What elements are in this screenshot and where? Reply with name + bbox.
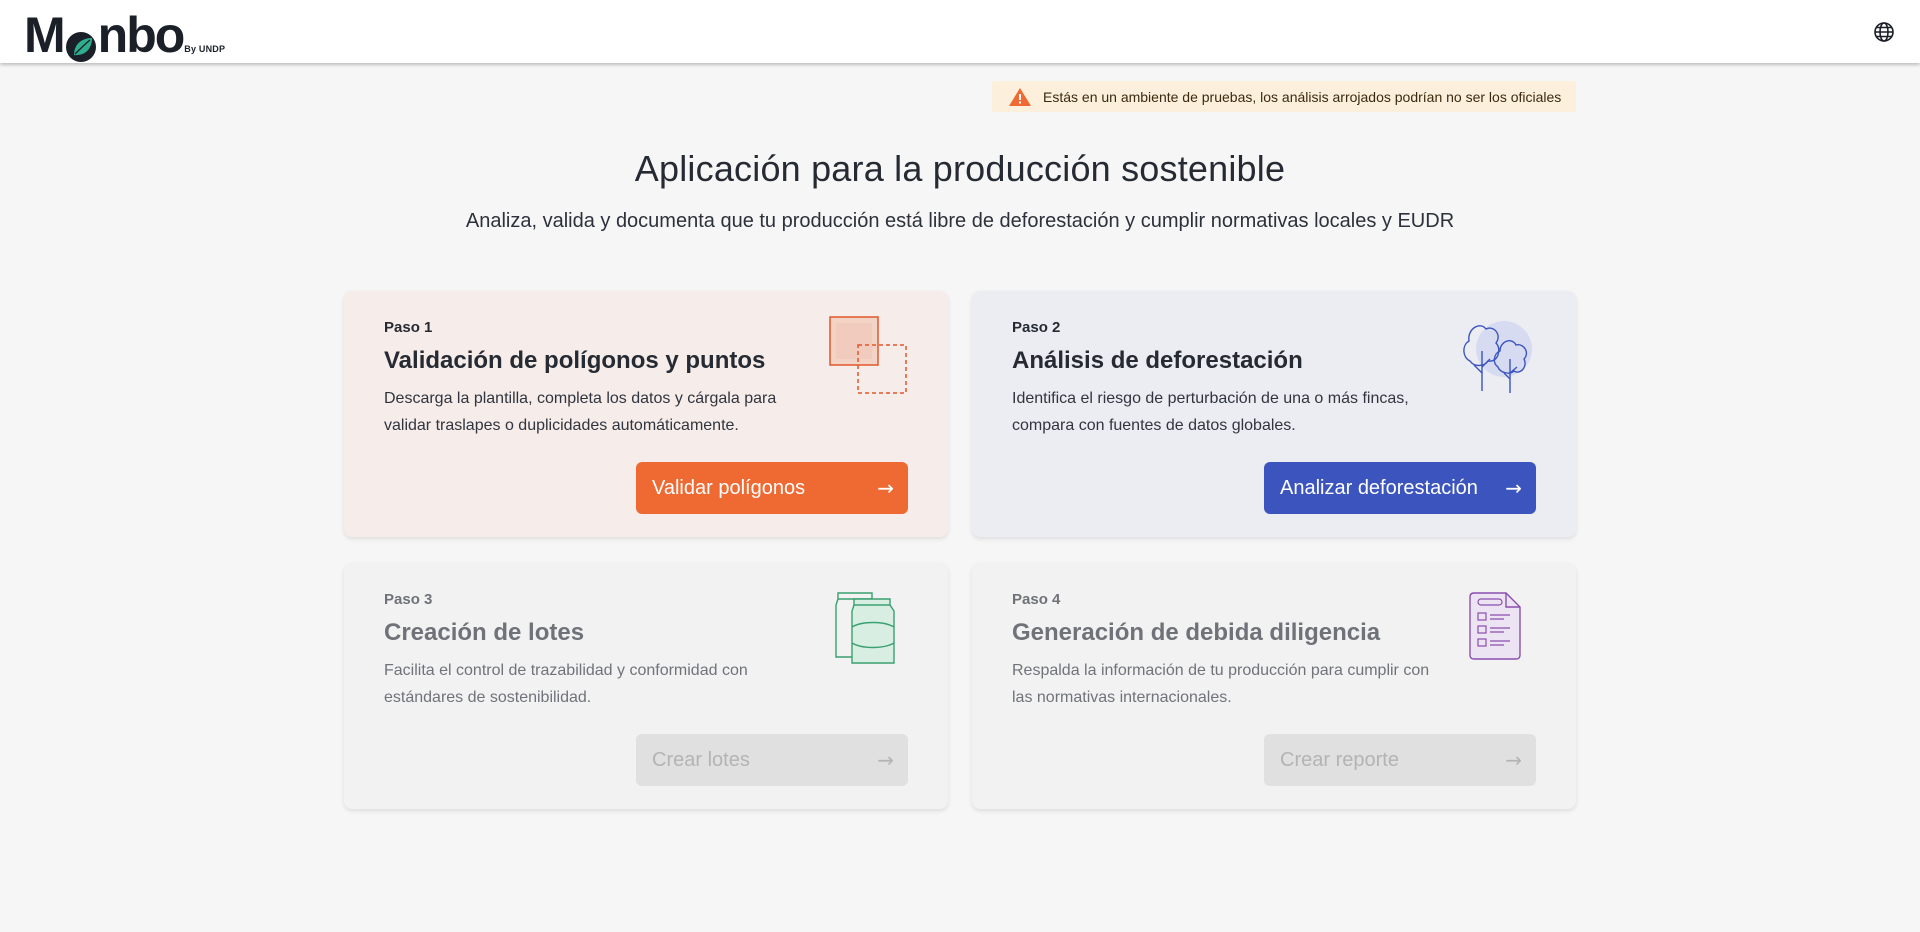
top-navbar: M nbo By UNDP (0, 0, 1920, 63)
step-card-polygon-validation: Paso 1 Validación de polígonos y puntos … (344, 291, 948, 537)
polygons-icon (828, 315, 912, 399)
step-label: Paso 1 (384, 319, 433, 336)
arrow-right-icon: → (877, 748, 894, 772)
card-description: Descarga la plantilla, completa los dato… (384, 390, 777, 434)
arrow-right-icon: → (1505, 476, 1522, 500)
banner-text: Estás en un ambiente de pruebas, los aná… (1043, 88, 1562, 105)
trees-icon (1460, 315, 1534, 399)
card-title: Generación de debida diligencia (1012, 619, 1381, 646)
card-description: Respalda la información de tu producción… (1012, 662, 1430, 706)
button-label: Crear lotes (652, 748, 750, 771)
globe-icon[interactable] (1872, 20, 1896, 44)
card-title: Análisis de deforestación (1012, 347, 1303, 374)
page-subtitle: Analiza, valida y documenta que tu produ… (465, 210, 1455, 232)
logo-suffix: By UNDP (184, 44, 226, 54)
card-title: Validación de polígonos y puntos (384, 347, 766, 374)
card-title: Creación de lotes (384, 619, 585, 646)
step-label: Paso 3 (384, 591, 433, 608)
warning-icon (1008, 87, 1032, 107)
page-title: Aplicación para la producción sostenible (634, 148, 1286, 189)
analyze-deforestation-button[interactable]: Analizar deforestación → (1264, 462, 1536, 514)
button-label: Crear reporte (1280, 748, 1399, 771)
button-label: Validar polígonos (652, 476, 806, 499)
test-environment-banner: Estás en un ambiente de pruebas, los aná… (992, 81, 1576, 112)
checklist-icon (1466, 591, 1526, 663)
step-card-batch-creation: Paso 3 Creación de lotes Facilita el con… (344, 563, 948, 809)
monbo-logo[interactable]: M nbo By UNDP (24, 7, 226, 63)
logo-wordmark: M nbo (24, 7, 185, 63)
card-description: Identifica el riesgo de perturbación de … (1012, 390, 1409, 434)
step-label: Paso 2 (1012, 319, 1061, 336)
card-description: Facilita el control de trazabilidad y co… (384, 662, 748, 706)
leaf-icon (65, 23, 97, 62)
step-label: Paso 4 (1012, 591, 1061, 608)
create-batches-button[interactable]: Crear lotes → (636, 734, 908, 786)
create-report-button[interactable]: Crear reporte → (1264, 734, 1536, 786)
button-label: Analizar deforestación (1280, 476, 1478, 499)
arrow-right-icon: → (1505, 748, 1522, 772)
bags-icon (832, 587, 906, 665)
step-card-deforestation-analysis: Paso 2 Análisis de deforestación Identif… (972, 291, 1576, 537)
arrow-right-icon: → (877, 476, 894, 500)
validate-polygons-button[interactable]: Validar polígonos → (636, 462, 908, 514)
step-card-due-diligence: Paso 4 Generación de debida diligencia R… (972, 563, 1576, 809)
